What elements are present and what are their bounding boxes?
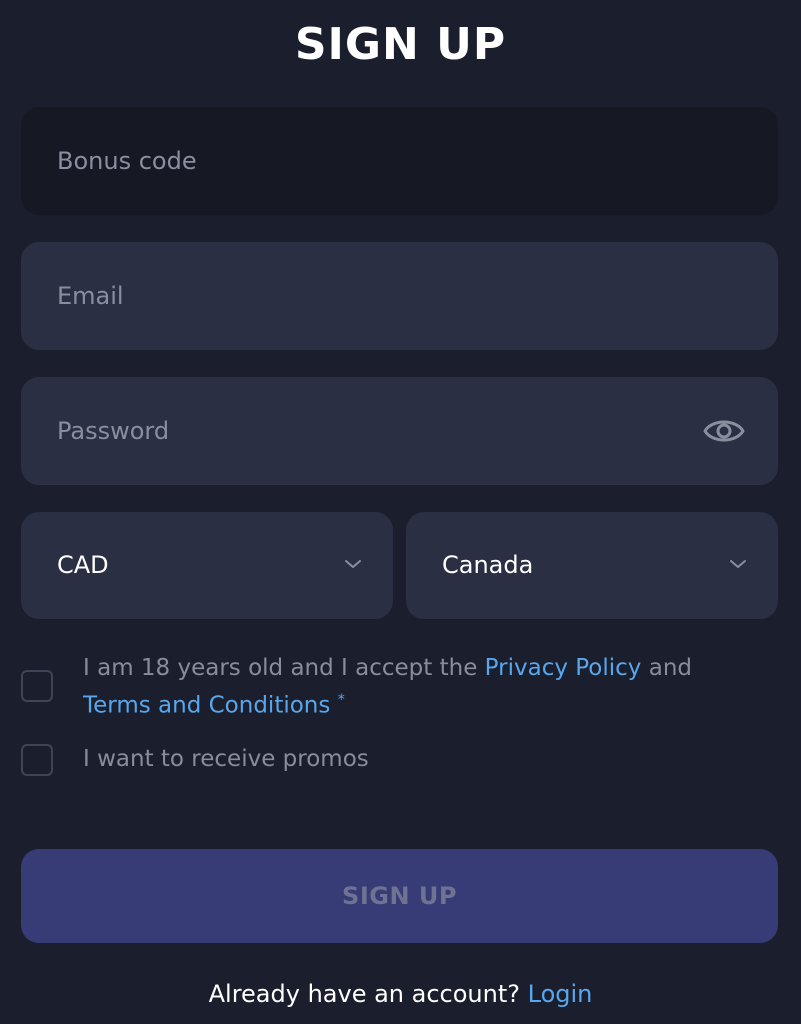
age-consent-text: I am 18 years old and I accept the (83, 655, 485, 681)
password-field[interactable] (21, 377, 778, 485)
sign-up-button[interactable]: SIGN UP (21, 849, 778, 943)
email-field[interactable] (21, 242, 778, 350)
promos-label: I want to receive promos (83, 746, 369, 772)
email-input[interactable] (21, 242, 778, 350)
page-title: SIGN UP (294, 19, 507, 70)
country-select[interactable]: Canada (406, 512, 778, 619)
password-input[interactable] (21, 377, 778, 485)
age-consent-checkbox[interactable] (21, 670, 53, 702)
signup-page: SIGN UP CAD Canada I am 18 years old and… (0, 0, 801, 1024)
chevron-down-icon (730, 560, 746, 568)
login-link[interactable]: Login (528, 980, 593, 1008)
login-prompt: Already have an account? Login (0, 976, 801, 1012)
required-mark: * (337, 692, 345, 708)
eye-icon[interactable] (702, 411, 746, 451)
country-value: Canada (442, 551, 534, 579)
login-prompt-text: Already have an account? (208, 980, 520, 1008)
privacy-policy-link[interactable]: Privacy Policy (485, 655, 642, 681)
currency-value: CAD (57, 551, 109, 579)
chevron-down-icon (345, 560, 361, 568)
currency-select[interactable]: CAD (21, 512, 393, 619)
age-consent-label: I am 18 years old and I accept the Priva… (83, 652, 773, 722)
promos-checkbox[interactable] (21, 744, 53, 776)
age-consent-text-and: and (641, 655, 693, 681)
terms-link[interactable]: Terms and Conditions (83, 693, 330, 719)
bonus-code-input[interactable] (21, 107, 778, 215)
bonus-code-field[interactable] (21, 107, 778, 215)
